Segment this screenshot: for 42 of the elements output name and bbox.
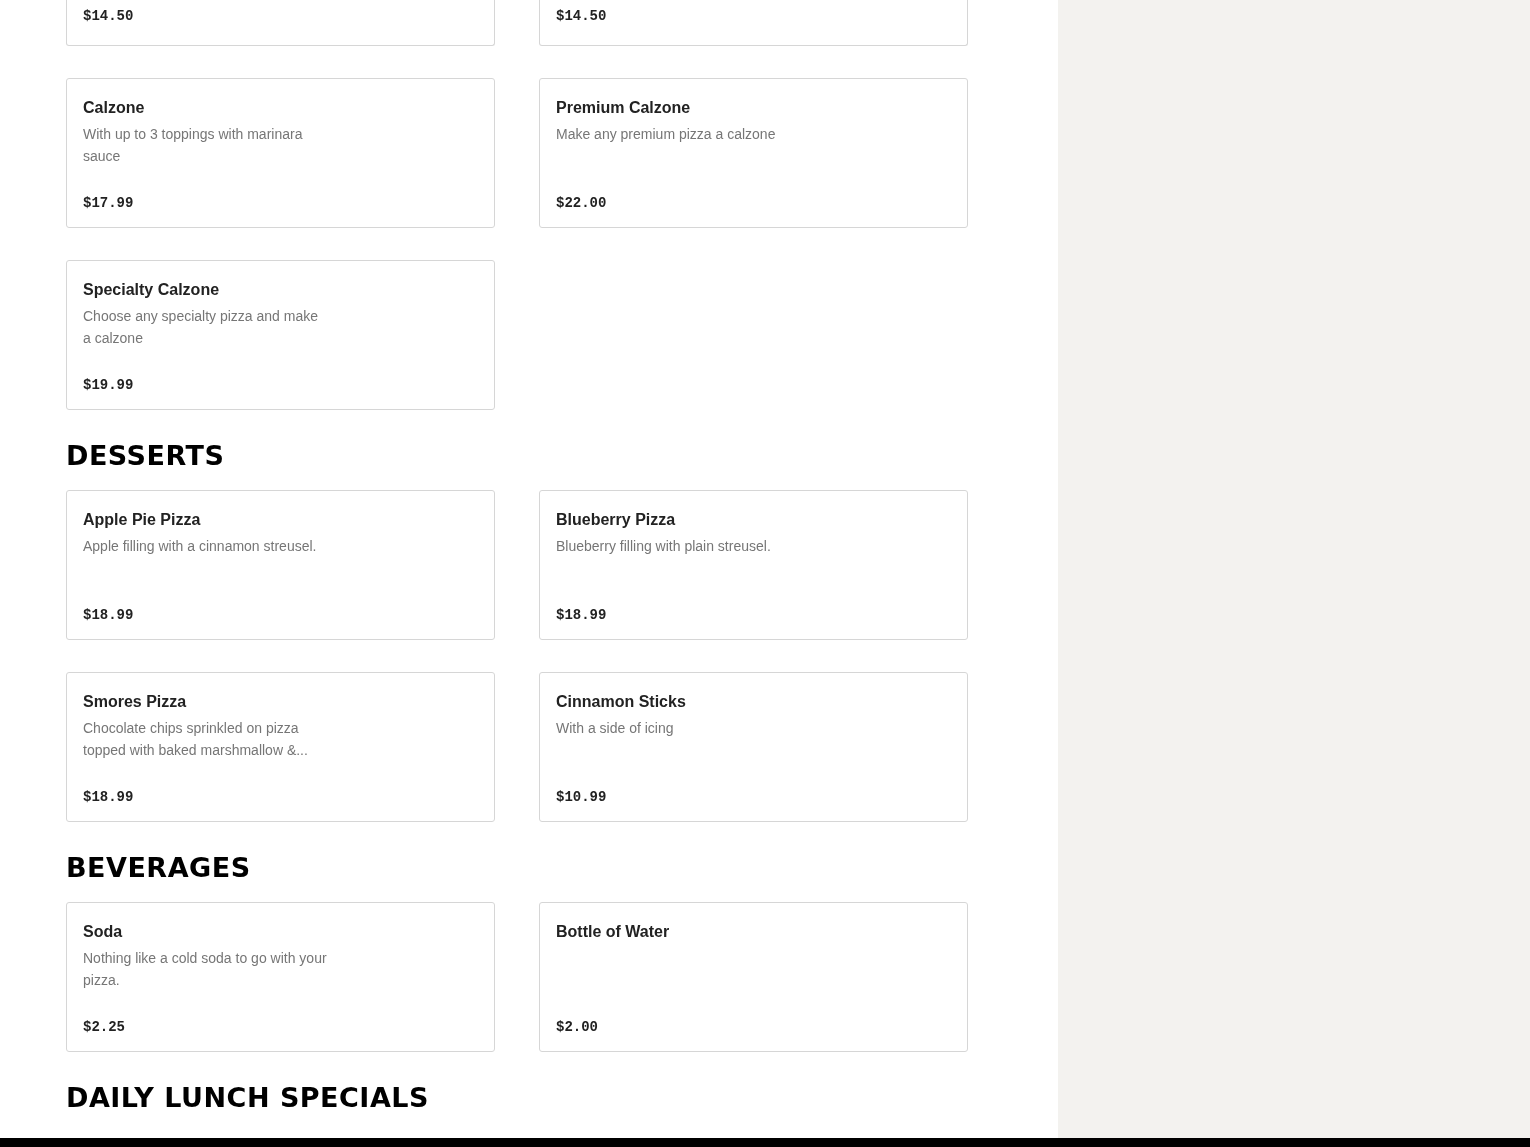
item-price: $14.50 [556,8,608,24]
menu-item-card[interactable]: Smores Pizza Chocolate chips sprinkled on pizza topped with baked marshmallow &... $18.99 [66,672,495,822]
section-heading: DAILY LUNCH SPECIALS [66,1082,430,1114]
item-description: Apple filling with a cinnamon streusel. [83,537,318,556]
menu-item-card[interactable]: $14.50 [539,0,968,46]
item-name: Bottle of Water [556,922,671,942]
item-price: $17.99 [83,195,135,211]
menu-item-card[interactable]: Premium Calzone Make any premium pizza a calzone $22.00 [539,78,968,228]
item-description: With up to 3 toppings with marinara sauce [83,125,304,166]
menu-item-card[interactable]: Apple Pie Pizza Apple filling with a cinnamon streusel. $18.99 [66,490,495,640]
menu-item-card[interactable]: Calzone With up to 3 toppings with marinara sauce $17.99 [66,78,495,228]
item-price: $2.25 [83,1019,126,1035]
item-price: $22.00 [556,195,608,211]
menu-item-card[interactable]: Bottle of Water $2.00 [539,902,968,1052]
item-name: Apple Pie Pizza [83,510,202,530]
item-description: With a side of icing [556,719,675,738]
menu-item-card[interactable]: Blueberry Pizza Blueberry filling with plain streusel. $18.99 [539,490,968,640]
item-name: Premium Calzone [556,98,692,118]
item-price: $19.99 [83,377,135,393]
item-price: $18.99 [83,607,135,623]
menu-item-card[interactable]: Cinnamon Sticks With a side of icing $10.99 [539,672,968,822]
item-description: Nothing like a cold soda to go with your pizza. [83,949,328,990]
item-description: Blueberry filling with plain streusel. [556,537,772,556]
item-name: Blueberry Pizza [556,510,677,530]
item-name: Smores Pizza [83,692,188,712]
item-name: Specialty Calzone [83,280,221,300]
section-heading: DESSERTS [66,440,226,472]
item-name: Cinnamon Sticks [556,692,687,712]
menu-item-card[interactable]: $14.50 [66,0,495,46]
item-description: Chocolate chips sprinkled on pizza topped with baked marshmallow &... [83,719,309,760]
item-price: $18.99 [83,789,135,805]
item-name: Soda [83,922,124,942]
item-price: $2.00 [556,1019,599,1035]
item-price: $18.99 [556,607,608,623]
section-heading: BEVERAGES [66,852,252,884]
menu-item-card[interactable]: Soda Nothing like a cold soda to go with your pizza. $2.25 [66,902,495,1052]
item-price: $10.99 [556,789,608,805]
menu-item-card[interactable]: Specialty Calzone Choose any specialty pizza and make a calzone $19.99 [66,260,495,410]
item-name: Calzone [83,98,146,118]
item-description: Choose any specialty pizza and make a calzone [83,307,320,348]
item-price: $14.50 [83,8,135,24]
item-description: Make any premium pizza a calzone [556,125,777,144]
